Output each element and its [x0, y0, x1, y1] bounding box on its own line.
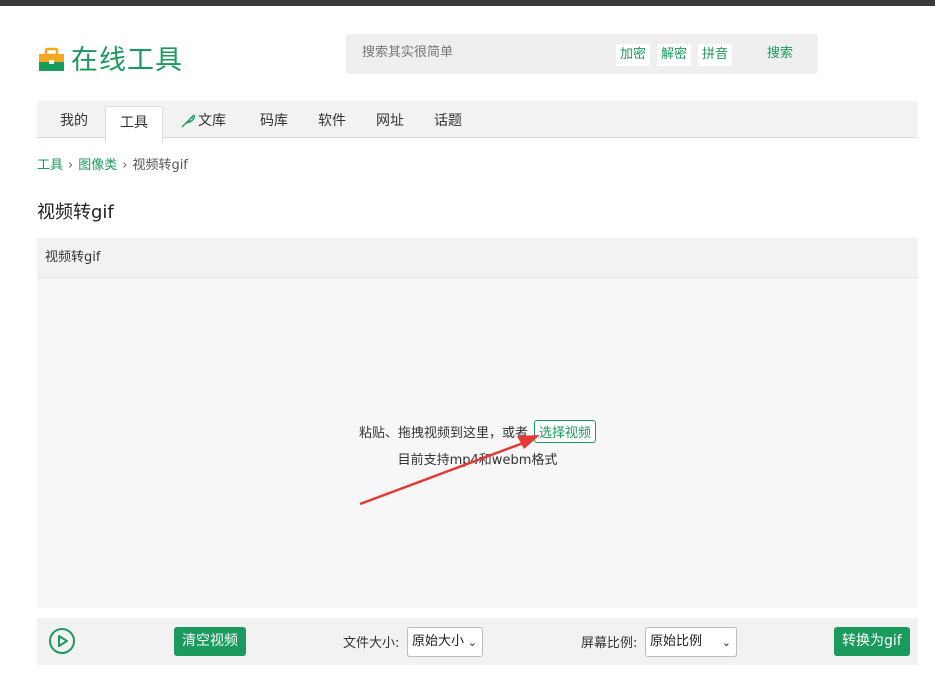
upload-panel: 视频转gif 粘贴、拖拽视频到这里，或者 选择视频 目前支持mp4和webm格式 [37, 238, 918, 608]
search-input[interactable] [362, 45, 602, 60]
select-video-button[interactable]: 选择视频 [534, 420, 597, 443]
page-title: 视频转gif [37, 202, 114, 223]
drop-zone[interactable]: 粘贴、拖拽视频到这里，或者 选择视频 [37, 420, 918, 443]
file-size-label: 文件大小: [343, 636, 400, 651]
breadcrumb-separator: › [68, 158, 74, 173]
play-button[interactable] [49, 628, 75, 654]
breadcrumb-separator: › [122, 158, 128, 173]
breadcrumb: 工具 › 图像类 › 视频转gif [37, 154, 188, 173]
main-nav: 我的 工具 文库 码库 软件 网址 话题 [37, 101, 918, 144]
ratio-select[interactable]: 原始比例 ⌄ [645, 627, 737, 657]
chevron-down-icon: ⌄ [467, 636, 477, 649]
convert-to-gif-button[interactable]: 转换为gif [834, 627, 910, 656]
clear-video-button[interactable]: 清空视频 [174, 627, 246, 656]
action-toolbar: 清空视频 文件大小: 原始大小 ⌄ 屏幕比例: 原始比例 ⌄ 转换为gif [37, 618, 918, 665]
top-bar [0, 0, 935, 6]
support-text: 目前支持mp4和webm格式 [397, 453, 558, 468]
file-size-value: 原始大小 [412, 634, 465, 649]
toolbox-icon [39, 47, 64, 71]
file-size-select[interactable]: 原始大小 ⌄ [407, 627, 483, 657]
tab-codebase[interactable]: 码库 [260, 101, 288, 138]
ratio-label: 屏幕比例: [581, 636, 638, 651]
breadcrumb-image[interactable]: 图像类 [78, 158, 117, 173]
breadcrumb-tools[interactable]: 工具 [37, 158, 63, 173]
play-icon [58, 635, 68, 647]
search-button[interactable]: 搜索 [756, 34, 804, 74]
site-logo[interactable]: 在线工具 [38, 38, 183, 77]
drop-text: 粘贴、拖拽视频到这里，或者 [358, 426, 528, 441]
tab-urls[interactable]: 网址 [376, 101, 404, 138]
tab-software[interactable]: 软件 [318, 101, 346, 138]
tab-topics[interactable]: 话题 [434, 101, 462, 138]
tab-mine[interactable]: 我的 [60, 101, 88, 138]
breadcrumb-current: 视频转gif [132, 158, 188, 173]
tab-wenku[interactable]: 文库 [180, 101, 226, 138]
feather-icon [181, 114, 196, 128]
tab-tools[interactable]: 工具 [105, 106, 163, 144]
quick-link-encrypt[interactable]: 加密 [616, 44, 651, 66]
ratio-value: 原始比例 [650, 634, 703, 649]
panel-header: 视频转gif [37, 238, 918, 278]
chevron-down-icon: ⌄ [721, 636, 731, 649]
site-title: 在线工具 [71, 45, 183, 76]
tab-wenku-label: 文库 [198, 113, 226, 129]
search-bar: 加密 解密 拼音 [346, 34, 818, 74]
quick-link-decrypt[interactable]: 解密 [657, 44, 692, 66]
quick-link-pinyin[interactable]: 拼音 [698, 44, 733, 66]
